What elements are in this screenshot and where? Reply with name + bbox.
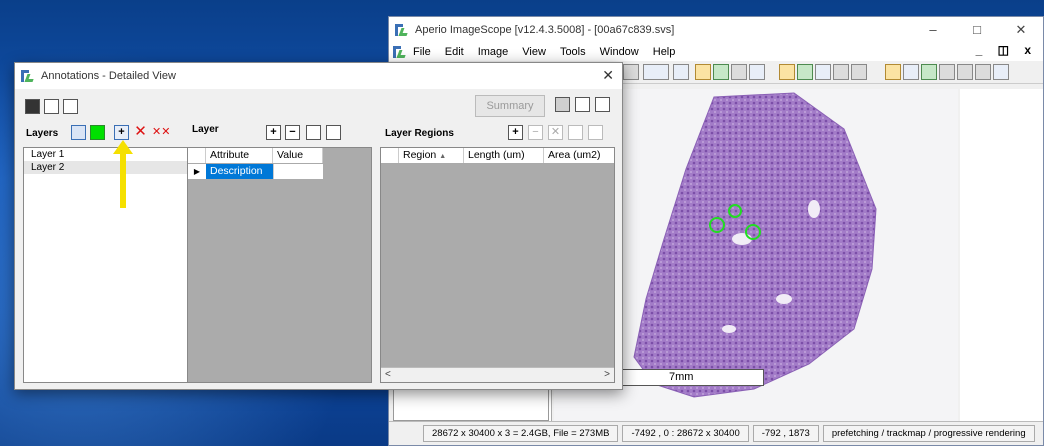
delete-region-x-icon[interactable]: ✕ xyxy=(548,125,563,140)
thumbnail-frame xyxy=(393,389,549,421)
pen-tool-icon[interactable] xyxy=(939,64,955,80)
export-icon[interactable] xyxy=(44,99,59,114)
close-icon[interactable]: ✕ xyxy=(602,67,614,84)
toolbar-edit-icon[interactable] xyxy=(779,64,795,80)
attribute-copy-icon[interactable] xyxy=(306,125,321,140)
attribute-grid-icon[interactable] xyxy=(326,125,341,140)
menu-view[interactable]: View xyxy=(522,46,546,58)
toolbar-image-icon[interactable] xyxy=(713,64,729,80)
ruler-tool-icon[interactable] xyxy=(975,64,991,80)
status-image-size: 28672 x 30400 x 3 = 2.4GB, File = 273MB xyxy=(423,425,619,442)
status-rendering: prefetching / trackmap / progressive ren… xyxy=(822,425,1035,442)
select-pointer-icon[interactable] xyxy=(903,64,919,80)
menu-file[interactable]: File xyxy=(413,46,431,58)
sort-up-icon: ▲ xyxy=(439,153,447,160)
layer-color-swatch[interactable] xyxy=(90,125,105,140)
up-arrow-icon xyxy=(113,140,133,208)
status-bar: 28672 x 30400 x 3 = 2.4GB, File = 273MB … xyxy=(389,421,1043,445)
layer-header: Layer xyxy=(192,124,219,135)
toolbar-region-icon[interactable] xyxy=(921,64,937,80)
toolbar-pen-icon[interactable] xyxy=(833,64,849,80)
ellipse-tool-icon[interactable] xyxy=(957,64,973,80)
menubar: File Edit Image View Tools Window Help _… xyxy=(389,43,1043,61)
aperio-app-icon xyxy=(395,23,409,37)
region-copy-icon[interactable] xyxy=(568,125,583,140)
mdi-window-controls[interactable]: _ ◫ x xyxy=(976,43,1037,57)
row-pointer-icon: ▶ xyxy=(193,167,201,176)
toolbar-refresh-icon[interactable] xyxy=(851,64,867,80)
value-column-header[interactable]: Value xyxy=(273,148,323,163)
import-icon[interactable] xyxy=(63,99,78,114)
close-icon[interactable]: ✕ xyxy=(999,17,1043,43)
menu-window[interactable]: Window xyxy=(600,46,639,58)
attribute-cell[interactable]: Description xyxy=(206,164,273,179)
remove-region-minus-icon[interactable]: − xyxy=(528,125,543,140)
toolbar-annotate-icon[interactable] xyxy=(797,64,813,80)
menu-edit[interactable]: Edit xyxy=(445,46,464,58)
menu-help[interactable]: Help xyxy=(653,46,676,58)
minimize-icon[interactable]: – xyxy=(911,17,955,43)
mdi-app-icon xyxy=(393,45,407,59)
toolbar-screen-icon[interactable] xyxy=(749,64,765,80)
region-column-header[interactable]: Region ▲ xyxy=(399,148,464,163)
table-row[interactable]: ▶ Description xyxy=(188,164,323,179)
area-column-header[interactable]: Area (um2) xyxy=(544,148,614,163)
scale-bar-label: 7mm xyxy=(669,371,694,383)
rectangle-tool-icon[interactable] xyxy=(993,64,1009,80)
attribute-column-header[interactable]: Attribute xyxy=(206,148,273,163)
delete-all-double-x-icon[interactable]: ✕✕ xyxy=(152,125,170,140)
annot-titlebar: Annotations - Detailed View ✕ xyxy=(15,63,622,89)
add-attribute-plus-icon[interactable]: + xyxy=(266,125,281,140)
viewer-right-margin xyxy=(960,89,1043,421)
layer-item[interactable]: Layer 2 xyxy=(24,161,187,174)
eye-icon[interactable] xyxy=(71,125,86,140)
remove-attribute-minus-icon[interactable]: − xyxy=(285,125,300,140)
toolbar-copy-icon[interactable] xyxy=(695,64,711,80)
scroll-right-icon[interactable]: > xyxy=(604,369,610,380)
menu-image[interactable]: Image xyxy=(478,46,509,58)
main-window-title: Aperio ImageScope [v12.4.3.5008] - [00a6… xyxy=(415,24,675,36)
tissue-section xyxy=(633,92,877,398)
magnifier-icon[interactable] xyxy=(731,64,747,80)
annotations-window: Annotations - Detailed View ✕ Summary La… xyxy=(14,62,623,390)
window-controls: – □ ✕ xyxy=(911,17,1043,43)
scale-bar: 7mm xyxy=(620,369,764,386)
add-layer-plus-icon[interactable]: + xyxy=(114,125,129,140)
main-titlebar: Aperio ImageScope [v12.4.3.5008] - [00a6… xyxy=(389,17,1043,43)
save-icon[interactable] xyxy=(25,99,40,114)
add-region-plus-icon[interactable]: + xyxy=(508,125,523,140)
status-viewport: -7492 , 0 : 28672 x 30400 xyxy=(622,425,749,442)
status-cursor: -792 , 1873 xyxy=(752,425,819,442)
toolbar-dropdown-icon[interactable] xyxy=(643,64,669,80)
menu-tools[interactable]: Tools xyxy=(560,46,586,58)
aperio-app-icon xyxy=(21,69,35,83)
attributes-header-row: Attribute Value xyxy=(188,148,323,164)
regions-header-row: Region ▲ Length (um) Area (um2) xyxy=(381,148,614,164)
layer-regions-header: Layer Regions xyxy=(385,128,454,139)
region-grid-icon[interactable] xyxy=(588,125,603,140)
hand-pan-icon[interactable] xyxy=(885,64,901,80)
delete-layer-x-icon[interactable]: ✕ xyxy=(133,124,148,140)
layers-header: Layers xyxy=(26,128,59,139)
layer-item[interactable]: Layer 1 xyxy=(24,148,187,161)
layers-list: Layer 1 Layer 2 xyxy=(23,147,188,383)
annot-window-title: Annotations - Detailed View xyxy=(41,70,176,82)
toolbar-grid-icon[interactable] xyxy=(815,64,831,80)
row-selector-header xyxy=(381,148,399,163)
bar-chart-icon[interactable] xyxy=(346,125,361,140)
attributes-grid: Attribute Value ▶ Description xyxy=(187,147,372,383)
maximize-icon[interactable]: □ xyxy=(955,17,999,43)
length-column-header[interactable]: Length (um) xyxy=(464,148,544,163)
value-cell[interactable] xyxy=(273,164,323,179)
toolbar-layout-icon[interactable] xyxy=(673,64,689,80)
horizontal-scrollbar[interactable]: < > xyxy=(381,367,614,382)
toolbar-rect-icon[interactable] xyxy=(623,64,639,80)
row-selector-header xyxy=(188,148,206,163)
grid-view-icon[interactable] xyxy=(555,97,570,112)
split-view-icon[interactable] xyxy=(575,97,590,112)
scroll-left-icon[interactable]: < xyxy=(385,369,391,380)
vertical-view-icon[interactable] xyxy=(595,97,610,112)
summary-button[interactable]: Summary xyxy=(475,95,545,117)
regions-grid: Region ▲ Length (um) Area (um2) < > xyxy=(380,147,615,383)
